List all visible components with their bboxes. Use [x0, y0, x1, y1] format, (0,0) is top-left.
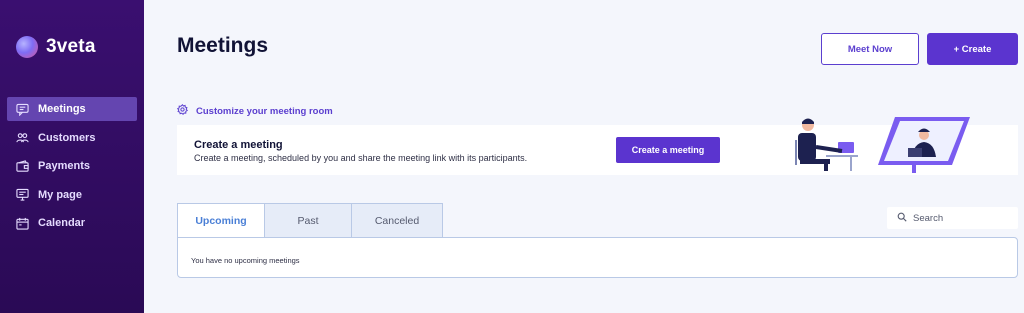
- logo-icon: [16, 36, 38, 58]
- banner-title: Create a meeting: [194, 139, 283, 151]
- brand-logo[interactable]: 3veta: [16, 36, 96, 58]
- sidebar-item-my-page[interactable]: My page: [7, 183, 137, 207]
- gear-icon: [176, 103, 189, 118]
- search-icon: [897, 212, 907, 225]
- create-meeting-button[interactable]: Create a meeting: [616, 137, 720, 163]
- create-meeting-banner: Create a meeting Create a meeting, sched…: [177, 117, 1018, 175]
- search-input[interactable]: Search: [887, 207, 1018, 229]
- sidebar: 3veta Meetings Customers Payments My pag…: [0, 0, 144, 313]
- sidebar-item-label: Customers: [38, 131, 96, 144]
- customize-label: Customize your meeting room: [196, 105, 333, 117]
- page-title: Meetings: [177, 34, 269, 57]
- sidebar-item-calendar[interactable]: Calendar: [7, 211, 137, 235]
- sidebar-item-payments[interactable]: Payments: [7, 154, 137, 178]
- wallet-icon: [16, 159, 29, 173]
- monitor-icon: [16, 188, 29, 201]
- calendar-icon: [16, 217, 29, 230]
- sidebar-item-meetings[interactable]: Meetings: [7, 97, 137, 121]
- sidebar-item-label: My page: [38, 188, 83, 201]
- search-placeholder: Search: [913, 212, 944, 224]
- meeting-illustration: [795, 117, 970, 173]
- sidebar-item-label: Calendar: [38, 217, 86, 229]
- banner-description: Create a meeting, scheduled by you and s…: [194, 153, 528, 163]
- meetings-list-panel: You have no upcoming meetings: [177, 237, 1018, 278]
- sidebar-item-label: Payments: [38, 160, 90, 172]
- people-icon: [16, 131, 29, 144]
- brand-name: 3veta: [46, 36, 96, 57]
- customize-room-link[interactable]: Customize your meeting room: [176, 103, 333, 118]
- tab-canceled[interactable]: Canceled: [351, 203, 443, 238]
- tab-upcoming[interactable]: Upcoming: [177, 203, 265, 238]
- empty-state-text: You have no upcoming meetings: [191, 256, 300, 265]
- tab-past[interactable]: Past: [264, 203, 352, 238]
- sidebar-item-customers[interactable]: Customers: [7, 126, 137, 150]
- sidebar-item-label: Meetings: [38, 103, 86, 115]
- meet-now-button[interactable]: Meet Now: [821, 33, 919, 65]
- sidebar-nav: Meetings Customers Payments My page Cale…: [0, 97, 144, 240]
- create-button[interactable]: + Create: [927, 33, 1018, 65]
- chat-bubble-icon: [16, 103, 29, 116]
- meetings-tabs: Upcoming Past Canceled: [177, 203, 443, 238]
